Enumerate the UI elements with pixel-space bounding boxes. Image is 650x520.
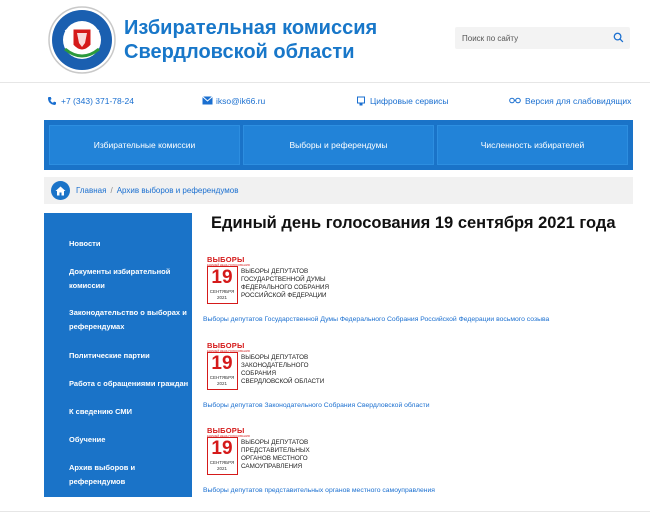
banner-line: СВЕРДЛОВСКОЙ ОБЛАСТИ (241, 378, 325, 385)
accessibility-link[interactable]: Версия для слабовидящих (509, 96, 631, 106)
breadcrumb-home[interactable]: Главная (76, 186, 106, 195)
contacts-bar: +7 (343) 371-78-24 ikso@ik66.ru Цифровые… (0, 96, 650, 110)
mail-icon (202, 96, 213, 106)
nav-elections-referendums[interactable]: Выборы и референдумы (243, 125, 434, 165)
breadcrumb-current[interactable]: Архив выборов и референдумов (117, 186, 239, 195)
election-link-legislative-assembly[interactable]: Выборы депутатов Законодательного Собран… (203, 402, 430, 409)
site-title-line1: Избирательная комиссия (124, 17, 378, 39)
phone-contact[interactable]: +7 (343) 371-78-24 (47, 96, 134, 106)
calendar-icon: 19 СЕНТЯБРЯ 2021 (207, 437, 238, 475)
banner-line: ВЫБОРЫ ДЕПУТАТОВ (241, 268, 309, 275)
banner-line: ВЫБОРЫ ДЕПУТАТОВ (241, 439, 309, 446)
calendar-day: 19 (211, 353, 233, 374)
page-title: Единый день голосования 19 сентября 2021… (211, 214, 616, 232)
search-icon[interactable] (612, 32, 624, 44)
banner-line: ВЫБОРЫ ДЕПУТАТОВ (241, 354, 309, 361)
calendar-year: 2021 (216, 381, 227, 386)
digital-services-label: Цифровые сервисы (370, 96, 449, 106)
glasses-icon (509, 96, 521, 106)
site-header: Избирательная комиссия Свердловской обла… (0, 0, 650, 82)
header-divider (0, 82, 650, 83)
banner-line: СОБРАНИЯ (241, 370, 277, 377)
calendar-day: 19 (211, 267, 233, 288)
election-banner-local-government[interactable]: ВЫБОРЫ ЕДИНЫЙ ДЕНЬ ГОЛОСОВАНИЯ 19 СЕНТЯБ… (207, 426, 347, 480)
banner-line: ОРГАНОВ МЕСТНОГО (241, 455, 308, 462)
sidebar-item-commission-documents[interactable]: Документы избирательной комиссии (69, 265, 189, 293)
accessibility-label: Версия для слабовидящих (525, 96, 632, 106)
calendar-month: СЕНТЯБРЯ (209, 460, 235, 465)
calendar-day: 19 (211, 438, 233, 459)
banner-line: РОССИЙСКОЙ ФЕДЕРАЦИИ (241, 292, 327, 299)
breadcrumb: Главная / Архив выборов и референдумов (44, 177, 633, 204)
banner-text: ВЫБОРЫ ДЕПУТАТОВ ЗАКОНОДАТЕЛЬНОГО СОБРАН… (241, 354, 351, 386)
footer-divider (0, 511, 650, 512)
search-box (455, 27, 630, 49)
commission-logo[interactable] (47, 5, 117, 75)
phone-icon (47, 96, 57, 106)
calendar-year: 2021 (216, 466, 227, 471)
sidebar-item-political-parties[interactable]: Политические партии (69, 349, 189, 363)
site-title-line2: Свердловской области (124, 41, 355, 63)
banner-text: ВЫБОРЫ ДЕПУТАТОВ ПРЕДСТАВИТЕЛЬНЫХ ОРГАНО… (241, 439, 351, 471)
calendar-icon: 19 СЕНТЯБРЯ 2021 (207, 266, 238, 304)
phone-number: +7 (343) 371-78-24 (61, 96, 135, 106)
nav-election-commissions[interactable]: Избирательные комиссии (49, 125, 240, 165)
site-title[interactable]: Избирательная комиссия Свердловской обла… (124, 16, 377, 64)
sidebar-item-training[interactable]: Обучение (69, 433, 189, 447)
banner-text: ВЫБОРЫ ДЕПУТАТОВ ГОСУДАРСТВЕННОЙ ДУМЫ ФЕ… (241, 268, 351, 300)
sidebar-item-archive[interactable]: Архив выборов и референдумов (69, 461, 189, 489)
election-link-duma[interactable]: Выборы депутатов Государственной Думы Фе… (203, 316, 549, 323)
home-icon[interactable] (51, 181, 70, 200)
calendar-month: СЕНТЯБРЯ (209, 375, 235, 380)
digital-services-link[interactable]: Цифровые сервисы (356, 96, 449, 106)
banner-line: ФЕДЕРАЛЬНОГО СОБРАНИЯ (241, 284, 330, 291)
election-link-local-government[interactable]: Выборы депутатов представительных органо… (203, 487, 435, 494)
search-input[interactable] (455, 27, 605, 49)
email-contact[interactable]: ikso@ik66.ru (202, 96, 265, 106)
election-banner-duma[interactable]: ВЫБОРЫ ЕДИНЫЙ ДЕНЬ ГОЛОСОВАНИЯ 19 СЕНТЯБ… (207, 255, 347, 309)
sidebar-item-media[interactable]: К сведению СМИ (69, 405, 189, 419)
banner-line: ЗАКОНОДАТЕЛЬНОГО (241, 362, 309, 369)
banner-line: ГОСУДАРСТВЕННОЙ ДУМЫ (241, 276, 326, 283)
nav-voter-count[interactable]: Численность избирателей (437, 125, 628, 165)
banner-line: САМОУПРАВЛЕНИЯ (241, 463, 303, 470)
sidebar-item-citizen-appeals[interactable]: Работа с обращениями граждан (69, 377, 189, 391)
calendar-icon: 19 СЕНТЯБРЯ 2021 (207, 352, 238, 390)
election-banner-legislative-assembly[interactable]: ВЫБОРЫ ЕДИНЫЙ ДЕНЬ ГОЛОСОВАНИЯ 19 СЕНТЯБ… (207, 341, 347, 395)
email-address: ikso@ik66.ru (216, 96, 266, 106)
sidebar: Новости Документы избирательной комиссии… (44, 213, 192, 497)
main-navigation: Избирательные комиссии Выборы и референд… (44, 120, 633, 170)
calendar-month: СЕНТЯБРЯ (209, 289, 235, 294)
sidebar-item-legislation[interactable]: Законодательство о выборах и референдума… (69, 306, 189, 334)
banner-line: ПРЕДСТАВИТЕЛЬНЫХ (241, 447, 310, 454)
breadcrumb-separator: / (110, 186, 113, 195)
calendar-year: 2021 (216, 295, 227, 300)
sidebar-item-news[interactable]: Новости (69, 237, 189, 251)
monitor-icon (356, 96, 366, 106)
